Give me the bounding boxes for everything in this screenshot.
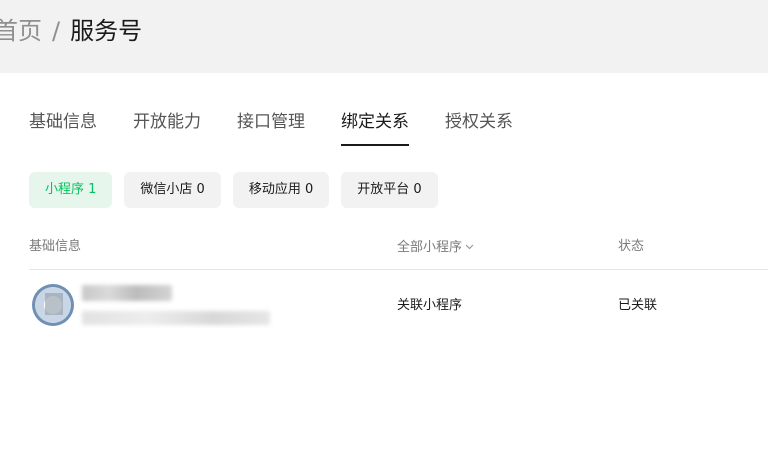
header-mini-program-filter[interactable]: 全部小程序 xyxy=(397,238,474,257)
header-status: 状态 xyxy=(618,239,645,254)
chip-mini-program[interactable]: 小程序 1 xyxy=(29,172,113,208)
tab-authorization-relations[interactable]: 授权关系 xyxy=(445,110,513,146)
chevron-down-icon xyxy=(465,238,474,256)
chip-wechat-store[interactable]: 微信小店 0 xyxy=(124,172,221,208)
tab-api-management[interactable]: 接口管理 xyxy=(237,110,305,146)
breadcrumb-home-link[interactable]: 首页 xyxy=(0,17,42,45)
breadcrumb-current: 服务号 xyxy=(70,17,143,45)
category-filter-chips: 小程序 1 微信小店 0 移动应用 0 开放平台 0 xyxy=(29,172,450,208)
header-filter-label: 全部小程序 xyxy=(397,240,463,255)
header-basic-info: 基础信息 xyxy=(29,239,82,254)
breadcrumb: 首页 / 服务号 xyxy=(0,15,142,47)
blurred-id xyxy=(82,311,270,325)
table-header: 基础信息 全部小程序 状态 xyxy=(29,238,768,270)
chip-mobile-app[interactable]: 移动应用 0 xyxy=(232,172,330,208)
tab-basic-info[interactable]: 基础信息 xyxy=(29,110,97,146)
relation-type: 关联小程序 xyxy=(397,298,463,313)
status-badge: 已关联 xyxy=(618,298,658,313)
avatar xyxy=(32,284,74,326)
breadcrumb-separator: / xyxy=(52,17,61,45)
tab-binding-relations[interactable]: 绑定关系 xyxy=(341,110,409,146)
top-bar: 首页 / 服务号 xyxy=(0,0,768,73)
tab-bar: 基础信息 开放能力 接口管理 绑定关系 授权关系 xyxy=(29,110,549,146)
table-row: 关联小程序 已关联 xyxy=(29,271,768,341)
tab-open-capabilities[interactable]: 开放能力 xyxy=(133,110,201,146)
blurred-name xyxy=(82,285,172,301)
chip-open-platform[interactable]: 开放平台 0 xyxy=(341,172,438,208)
